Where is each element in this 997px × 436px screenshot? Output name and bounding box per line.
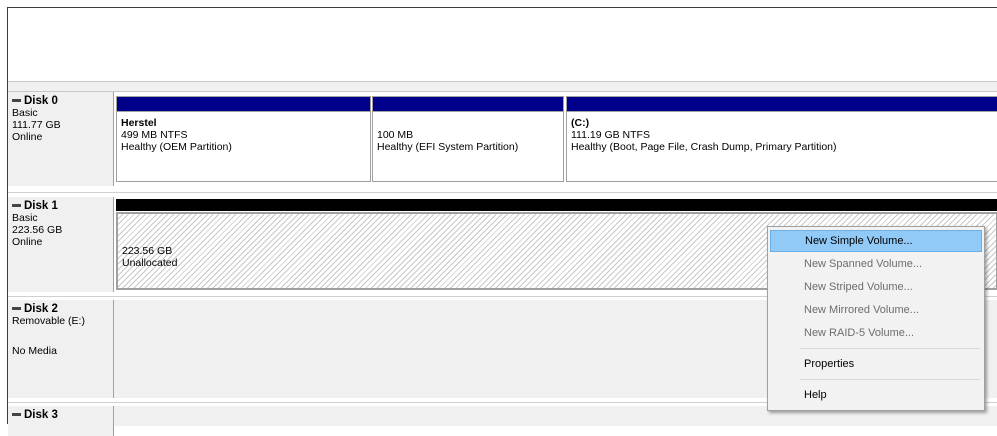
disk-1-name: Disk 1 (12, 200, 113, 212)
disk-2-label[interactable]: Disk 2 Removable (E:) No Media (8, 300, 114, 398)
context-menu: New Simple Volume... New Spanned Volume.… (767, 226, 985, 411)
volume-efi-health: Healthy (EFI System Partition) (377, 141, 519, 153)
disk-1-status: Online (12, 236, 43, 248)
menu-help[interactable]: Help (770, 384, 982, 406)
disk-0-name: Disk 0 (12, 95, 113, 107)
disk-0-status: Online (12, 131, 43, 143)
disk-1-type: Basic (12, 212, 38, 224)
volume-herstel[interactable]: Herstel 499 MB NTFS Healthy (OEM Partiti… (116, 96, 371, 182)
disk-2-status: No Media (12, 345, 57, 357)
disk-0-type: Basic (12, 107, 38, 119)
volume-herstel-bar (117, 97, 370, 112)
volume-efi-bar (373, 97, 563, 112)
menu-properties[interactable]: Properties (770, 353, 982, 375)
menu-new-mirrored-volume[interactable]: New Mirrored Volume... (770, 299, 982, 321)
menu-new-simple-volume[interactable]: New Simple Volume... (770, 230, 982, 252)
volume-c[interactable]: (C:) 111.19 GB NTFS Healthy (Boot, Page … (566, 96, 997, 182)
volume-c-detail: 111.19 GB NTFS (571, 129, 650, 141)
disk-0-volumes: Herstel 499 MB NTFS Healthy (OEM Partiti… (114, 92, 997, 186)
disk-2-type: Removable (E:) (12, 315, 85, 327)
menu-new-striped-volume[interactable]: New Striped Volume... (770, 276, 982, 298)
menu-new-spanned-volume[interactable]: New Spanned Volume... (770, 253, 982, 275)
volume-herstel-detail: 499 MB NTFS (121, 129, 188, 141)
disk-3-label[interactable]: Disk 3 (8, 406, 114, 436)
unallocated-bar (116, 199, 997, 211)
volume-herstel-health: Healthy (OEM Partition) (121, 141, 232, 153)
disk-row-divider (8, 192, 997, 193)
disk-0-size: 111.77 GB (12, 119, 61, 131)
volume-list-pane[interactable] (8, 8, 997, 81)
disk-2-name: Disk 2 (12, 303, 113, 315)
volume-c-title: (C:) (571, 117, 590, 129)
pane-splitter[interactable] (8, 81, 997, 92)
menu-new-raid5-volume[interactable]: New RAID-5 Volume... (770, 322, 982, 344)
volume-efi[interactable]: 100 MB Healthy (EFI System Partition) (372, 96, 564, 182)
disk-1-label[interactable]: Disk 1 Basic 223.56 GB Online (8, 197, 114, 292)
disk-3-name: Disk 3 (12, 409, 113, 421)
volume-c-health: Healthy (Boot, Page File, Crash Dump, Pr… (571, 141, 837, 153)
disk-0-label[interactable]: Disk 0 Basic 111.77 GB Online (8, 92, 114, 186)
menu-separator (800, 379, 980, 380)
disk-1-size: 223.56 GB (12, 224, 63, 236)
volume-herstel-title: Herstel (121, 117, 157, 129)
volume-c-bar (567, 97, 997, 112)
volume-efi-title (377, 117, 559, 129)
volume-efi-detail: 100 MB (377, 129, 414, 141)
menu-separator (800, 348, 980, 349)
